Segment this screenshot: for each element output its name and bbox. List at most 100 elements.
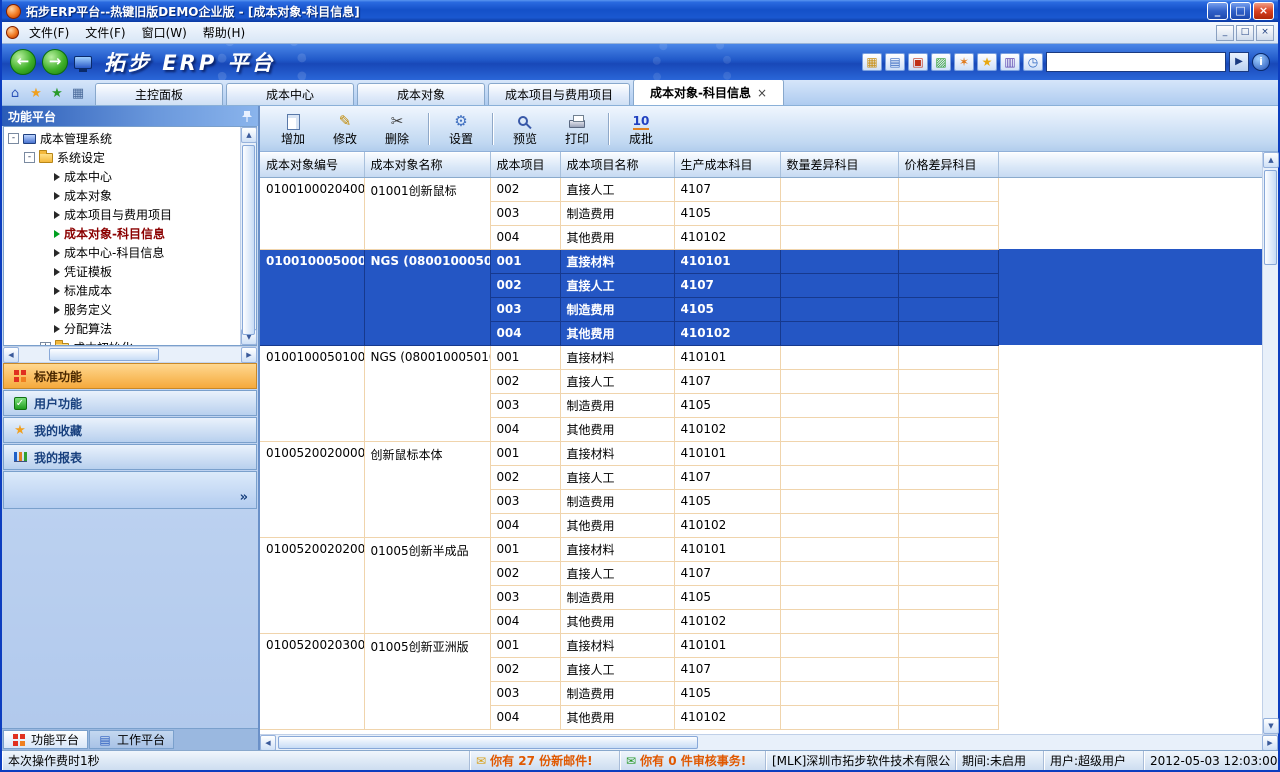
bottom-tab-active[interactable]: 功能平台 — [3, 730, 88, 749]
mdi-close-button[interactable]: × — [1256, 25, 1274, 41]
grid-row[interactable]: 010052002030001005创新亚洲版001直接材料410101 — [260, 633, 1262, 657]
tree-item[interactable]: 凭证模板 — [4, 262, 240, 281]
bottom-tab[interactable]: ▤工作平台 — [89, 730, 174, 749]
scroll-up-icon[interactable]: ▲ — [1263, 152, 1279, 168]
batch-button[interactable]: 10成批 — [616, 109, 666, 149]
preview-button[interactable]: 预览 — [500, 109, 550, 149]
column-header[interactable]: 成本项目 — [490, 152, 560, 177]
window-title: 拓步ERP平台--热键旧版DEMO企业版 - [成本对象-科目信息] — [26, 3, 1202, 20]
scroll-thumb[interactable] — [278, 736, 698, 749]
sidebar-panel-active[interactable]: 标准功能 — [3, 363, 257, 389]
tab-item[interactable]: 成本中心 — [226, 83, 354, 105]
grid-row[interactable]: 010010002040001001创新鼠标002直接人工4107 — [260, 177, 1262, 201]
tools-icon[interactable]: ✶ — [954, 53, 974, 71]
tab-active[interactable]: 成本对象-科目信息× — [633, 79, 784, 105]
scroll-right-icon[interactable]: ▶ — [241, 347, 257, 363]
tab-item[interactable]: 成本项目与费用项目 — [488, 83, 630, 105]
collapse-chevrons-icon[interactable]: » — [240, 490, 248, 505]
menu-item[interactable]: 文件(F) — [77, 24, 133, 42]
tree-item[interactable]: 成本对象-科目信息 — [4, 224, 240, 243]
menu-item[interactable]: 文件(F) — [21, 24, 77, 42]
tree-item[interactable]: 成本对象 — [4, 186, 240, 205]
sheet-icon[interactable]: ▤ — [885, 53, 905, 71]
book-icon[interactable]: ▣ — [908, 53, 928, 71]
edit-button[interactable]: ✎修改 — [320, 109, 370, 149]
star-icon[interactable]: ★ — [977, 53, 997, 71]
scroll-left-icon[interactable]: ◀ — [3, 347, 19, 363]
tree-item[interactable]: 成本项目与费用项目 — [4, 205, 240, 224]
forward-button[interactable]: → — [42, 49, 68, 75]
tree-item[interactable]: 标准成本 — [4, 281, 240, 300]
tree-horizontal-scrollbar[interactable]: ◀ ▶ — [3, 346, 257, 362]
menu-item[interactable]: 帮助(H) — [195, 24, 253, 42]
maximize-button[interactable]: □ — [1230, 2, 1251, 20]
tab-close-icon[interactable]: × — [757, 86, 767, 100]
mdi-window-controls: _ □ × — [1216, 25, 1274, 41]
tree-item[interactable]: 成本中心-科目信息 — [4, 243, 240, 262]
scroll-right-icon[interactable]: ▶ — [1262, 735, 1278, 751]
tab-item[interactable]: 成本对象 — [357, 83, 485, 105]
minimize-button[interactable]: _ — [1207, 2, 1228, 20]
tree-item[interactable]: -成本管理系统 — [4, 129, 240, 148]
expand-icon[interactable]: + — [40, 342, 51, 345]
sidebar-panel[interactable]: ✓用户功能 — [3, 390, 257, 416]
staradd-icon[interactable]: ★ — [48, 84, 66, 102]
sidebar-panel[interactable]: ★我的收藏 — [3, 417, 257, 443]
column-header[interactable]: 价格差异科目 — [898, 152, 998, 177]
desktop-icon[interactable] — [74, 56, 92, 69]
grid-row[interactable]: 0100100050000NGS (0800100050000)001直接材料4… — [260, 249, 1262, 273]
close-button[interactable]: × — [1253, 2, 1274, 20]
home-icon[interactable]: ⌂ — [6, 84, 24, 102]
tab-item[interactable]: 主控面板 — [95, 83, 223, 105]
scroll-thumb[interactable] — [242, 145, 255, 335]
mdi-restore-button[interactable]: □ — [1236, 25, 1254, 41]
grid-horizontal-scrollbar[interactable]: ◀ ▶ — [260, 734, 1278, 750]
scroll-left-icon[interactable]: ◀ — [260, 735, 276, 751]
tree-item[interactable]: 成本中心 — [4, 167, 240, 186]
star-icon[interactable]: ★ — [27, 84, 45, 102]
help-button[interactable]: i — [1252, 53, 1270, 71]
status-mail[interactable]: ✉ 你有 27 份新邮件! — [470, 751, 620, 770]
grid-vertical-scrollbar[interactable]: ▲ ▼ — [1262, 152, 1278, 734]
tree-item[interactable]: +成本初始化 — [4, 338, 240, 345]
add-button[interactable]: 增加 — [268, 109, 318, 149]
app-menu-icon[interactable] — [6, 26, 19, 39]
column-header[interactable]: 成本项目名称 — [560, 152, 674, 177]
collapse-icon[interactable]: - — [24, 152, 35, 163]
grid-row[interactable]: 010052002020001005创新半成品001直接材料410101 — [260, 537, 1262, 561]
delete-button[interactable]: ✂删除 — [372, 109, 422, 149]
back-button[interactable]: ← — [10, 49, 36, 75]
go-button[interactable]: ▶ — [1229, 52, 1249, 72]
column-header[interactable]: 生产成本科目 — [674, 152, 780, 177]
grid-icon[interactable]: ▦ — [69, 84, 87, 102]
scroll-thumb[interactable] — [1264, 170, 1277, 265]
cell-qty-diff — [780, 537, 898, 561]
grid-row[interactable]: 0100520020000创新鼠标本体001直接材料410101 — [260, 441, 1262, 465]
cell-item-name: 制造费用 — [560, 201, 674, 225]
grid-row[interactable]: 0100100050100NGS (0800100050100 )001直接材料… — [260, 345, 1262, 369]
cell-item-name: 直接材料 — [560, 633, 674, 657]
report-icon[interactable]: ▥ — [1000, 53, 1020, 71]
clock-icon[interactable]: ◷ — [1023, 53, 1043, 71]
tree-item[interactable]: -系统设定 — [4, 148, 240, 167]
calendar-icon[interactable]: ▦ — [862, 53, 882, 71]
scroll-thumb[interactable] — [49, 348, 159, 361]
column-header[interactable]: 成本对象名称 — [364, 152, 490, 177]
column-header[interactable]: 成本对象编号 — [260, 152, 364, 177]
scroll-up-icon[interactable]: ▲ — [241, 127, 257, 143]
mdi-minimize-button[interactable]: _ — [1216, 25, 1234, 41]
search-input[interactable] — [1046, 52, 1226, 72]
tree-vertical-scrollbar[interactable]: ▲ ▼ — [240, 127, 256, 345]
column-header[interactable]: 数量差异科目 — [780, 152, 898, 177]
collapse-icon[interactable]: - — [8, 133, 19, 144]
tree-item[interactable]: 服务定义 — [4, 300, 240, 319]
scroll-down-icon[interactable]: ▼ — [1263, 718, 1279, 734]
chart-icon[interactable]: ▨ — [931, 53, 951, 71]
status-audit[interactable]: ✉ 你有 0 件审核事务! — [620, 751, 766, 770]
print-button[interactable]: 打印 — [552, 109, 602, 149]
sidebar-panel[interactable]: 我的报表 — [3, 444, 257, 470]
pin-icon[interactable] — [242, 110, 252, 123]
menu-item[interactable]: 窗口(W) — [134, 24, 195, 42]
settings-button[interactable]: ⚙设置 — [436, 109, 486, 149]
tree-item[interactable]: 分配算法 — [4, 319, 240, 338]
